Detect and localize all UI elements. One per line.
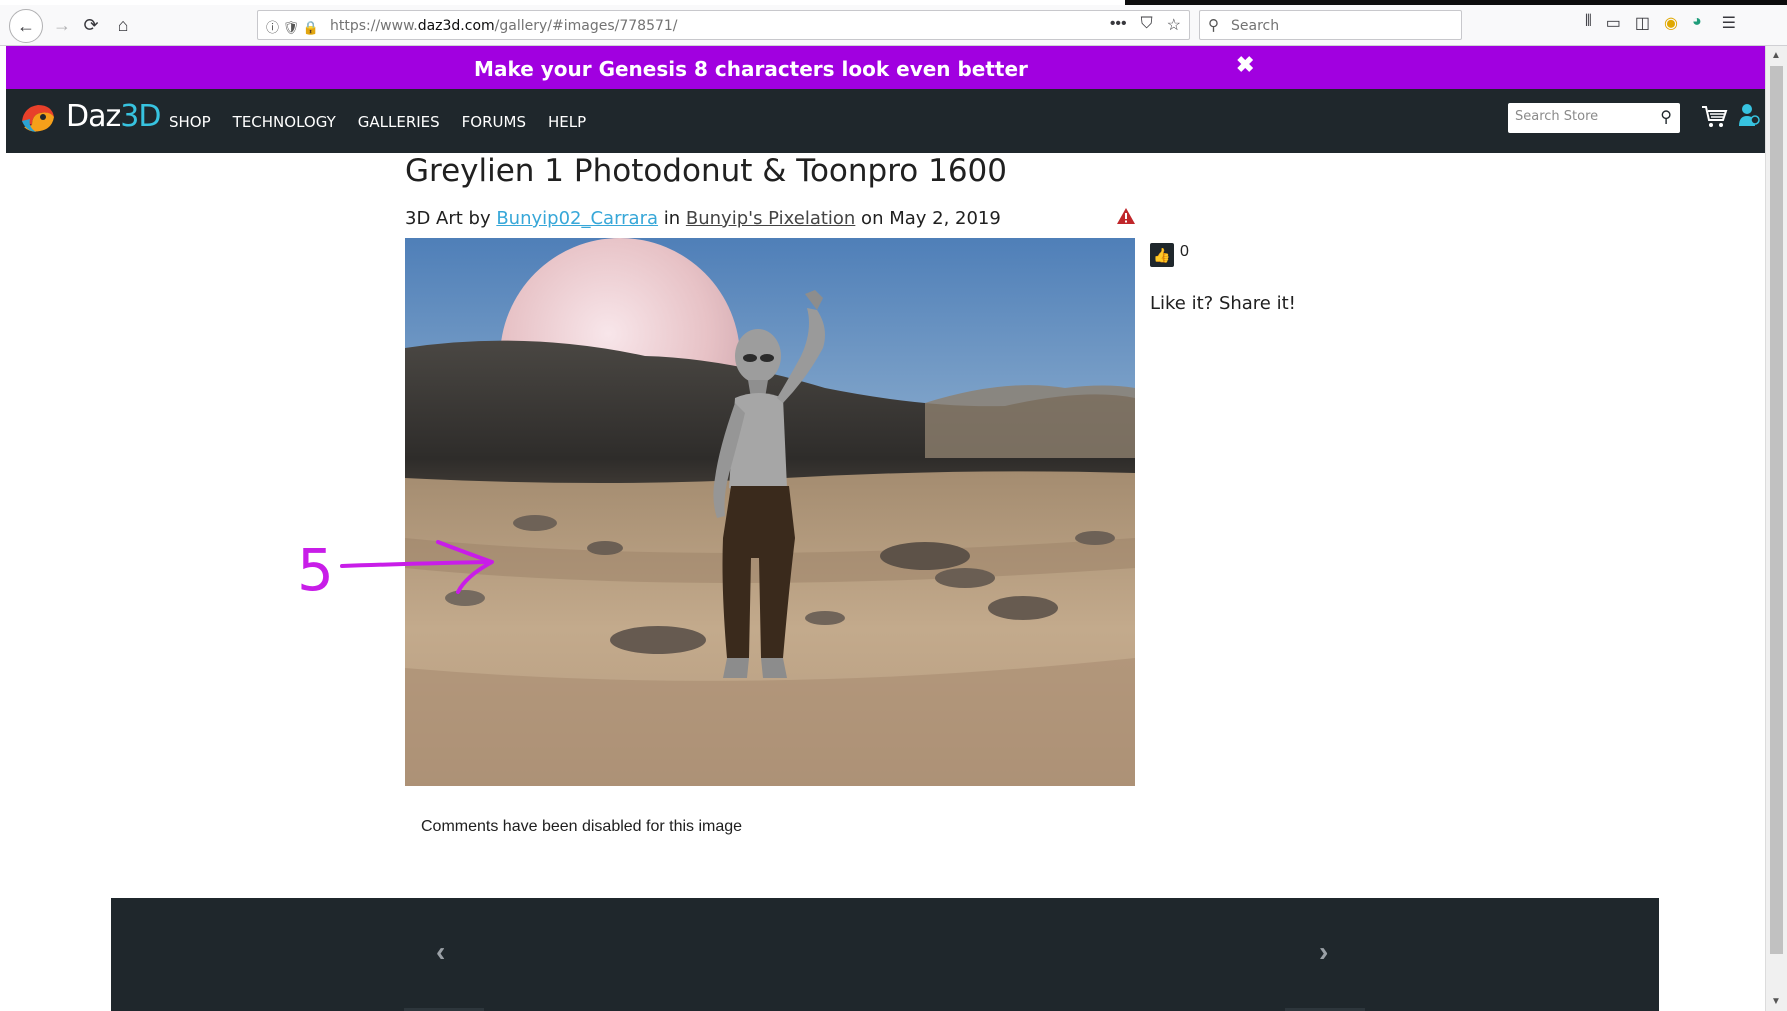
- site-header: Daz3D SHOP TECHNOLOGY GALLERIES FORUMS H…: [6, 89, 1765, 153]
- nav-help[interactable]: HELP: [548, 113, 586, 131]
- nav-forums[interactable]: FORUMS: [462, 113, 526, 131]
- store-search-input[interactable]: [1515, 109, 1645, 124]
- page-title: Greylien 1 Photodonut & Toonpro 1600: [405, 153, 1007, 189]
- annotation-number: 5: [297, 536, 334, 604]
- like-count: 0: [1180, 243, 1189, 260]
- share-prompt: Like it? Share it!: [1150, 293, 1296, 314]
- site-info-icon[interactable]: ⓘ 🛡 🔒: [266, 17, 319, 36]
- extension-2-icon[interactable]: ◕: [1692, 13, 1702, 33]
- artist-link[interactable]: Bunyip02_Carrara: [496, 208, 658, 229]
- search-icon: ⚲: [1208, 17, 1219, 34]
- url-text[interactable]: https://www.daz3d.com/gallery/#images/77…: [330, 18, 678, 34]
- store-search: ⚲: [1508, 103, 1680, 133]
- annotation-arrow-icon: [336, 536, 506, 606]
- nav-technology[interactable]: TECHNOLOGY: [233, 113, 336, 131]
- browser-search-placeholder: Search: [1231, 18, 1280, 34]
- logo-wordmark: Daz3D: [66, 99, 161, 134]
- like-box: 👍 0: [1150, 243, 1189, 267]
- back-button[interactable]: ←: [9, 9, 43, 43]
- scrollbar-thumb[interactable]: [1770, 66, 1783, 954]
- bookmark-star-icon[interactable]: ☆: [1167, 15, 1181, 35]
- page-actions-icon[interactable]: •••: [1110, 15, 1127, 35]
- lock-icon: 🔒: [302, 20, 319, 35]
- library-icon[interactable]: ⫴: [1585, 13, 1592, 33]
- left-edge: [0, 46, 6, 1011]
- artwork-byline: 3D Art by Bunyip02_Carrara in Bunyip's P…: [405, 208, 1001, 229]
- pocket-icon[interactable]: ⛉: [1141, 15, 1153, 35]
- address-bar[interactable]: ⓘ 🛡 🔒 https://www.daz3d.com/gallery/#ima…: [257, 10, 1190, 40]
- thumbs-up-icon[interactable]: 👍: [1150, 243, 1174, 267]
- gallery-carousel: ‹ ›: [111, 898, 1659, 1011]
- menu-icon[interactable]: ☰: [1722, 13, 1736, 33]
- nav-shop[interactable]: SHOP: [169, 113, 211, 131]
- daz3d-logo[interactable]: Daz3D: [18, 99, 161, 134]
- promo-banner[interactable]: Make your Genesis 8 characters look even…: [6, 46, 1765, 89]
- user-account-icon[interactable]: [1738, 103, 1760, 133]
- report-warning-icon[interactable]: [1116, 207, 1136, 225]
- browser-search-input[interactable]: ⚲ Search: [1199, 10, 1462, 40]
- gallery-link[interactable]: Bunyip's Pixelation: [686, 208, 855, 229]
- reload-button[interactable]: ⟳: [77, 11, 105, 39]
- reload-icon: ⟳: [83, 14, 99, 35]
- scroll-down-icon[interactable]: ▼: [1771, 996, 1781, 1007]
- browser-toolbar: ← → ⟳ ⌂ ⓘ 🛡 🔒 https://www.daz3d.com/gall…: [0, 0, 1787, 46]
- home-icon: ⌂: [117, 14, 129, 35]
- forward-button[interactable]: →: [48, 11, 76, 39]
- promo-text[interactable]: Make your Genesis 8 characters look even…: [6, 57, 1496, 81]
- artwork-image[interactable]: [405, 238, 1135, 786]
- page-scrollbar[interactable]: ▲ ▼: [1765, 46, 1787, 1011]
- sidebar-icon[interactable]: ◫: [1635, 13, 1650, 33]
- arrow-right-icon: →: [53, 14, 71, 35]
- main-nav: SHOP TECHNOLOGY GALLERIES FORUMS HELP: [169, 113, 586, 131]
- scroll-up-icon[interactable]: ▲: [1771, 50, 1781, 61]
- daz-logo-icon: [18, 101, 58, 133]
- comments-disabled-notice: Comments have been disabled for this ima…: [421, 818, 743, 835]
- reader-icon[interactable]: ▭: [1606, 13, 1621, 33]
- nav-galleries[interactable]: GALLERIES: [358, 113, 440, 131]
- tab-strip: [0, 0, 1787, 5]
- arrow-left-icon: ←: [17, 15, 35, 36]
- chevron-right-icon[interactable]: ›: [1319, 936, 1328, 968]
- chevron-left-icon[interactable]: ‹: [436, 936, 445, 968]
- home-button[interactable]: ⌂: [109, 11, 137, 39]
- cart-icon[interactable]: [1700, 103, 1728, 136]
- extension-icon[interactable]: ◉: [1664, 13, 1678, 33]
- search-icon[interactable]: ⚲: [1660, 107, 1672, 127]
- close-icon[interactable]: ✖: [1236, 52, 1254, 78]
